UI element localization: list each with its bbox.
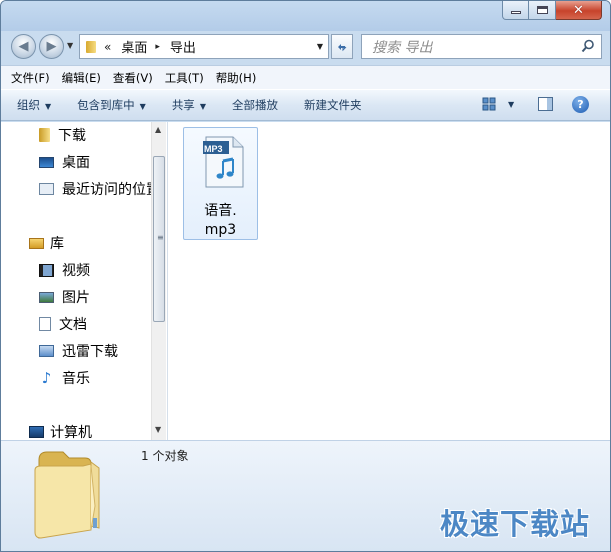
refresh-icon [338,43,347,51]
include-in-library-button[interactable]: 包含到库中 ▼ [77,97,146,113]
menu-file[interactable]: 文件(F) [11,70,50,86]
nav-item-downloads[interactable]: 下载 [39,125,86,145]
navigation-pane: 下载 桌面 最近访问的位置 库 视频 图片 文档 迅雷下载 ♪ 音乐 计算机 [1,122,168,440]
menu-help[interactable]: 帮助(H) [216,70,257,86]
file-name-line: mp3 [204,222,237,238]
nav-item-label: 文档 [59,317,87,333]
navigation-bar: ◀ ▶ ▼ « 桌面 ▸ 导出 ▼ 搜索 导出 [1,31,610,63]
nav-item-label: 计算机 [50,425,92,440]
minimize-button[interactable] [502,1,529,20]
nav-item-libraries[interactable]: 库 [29,233,64,253]
maximize-icon [536,6,548,14]
menu-bar: 文件(F) 编辑(E) 查看(V) 工具(T) 帮助(H) [1,65,610,89]
document-icon [39,317,51,331]
grip-icon: ≡ [157,233,164,242]
computer-icon [29,426,44,438]
menu-view[interactable]: 查看(V) [113,70,153,86]
command-bar: 组织 ▼ 包含到库中 ▼ 共享 ▼ 全部播放 新建文件夹 ▼ ? [1,89,610,121]
nav-item-thunder-downloads[interactable]: 迅雷下载 [39,341,118,361]
minimize-icon [510,11,521,14]
item-count: 1 个对象 [141,449,189,463]
nav-item-music[interactable]: ♪ 音乐 [39,368,90,388]
thunder-download-icon [39,345,54,357]
chevron-down-icon: ▼ [199,102,206,111]
nav-item-label: 库 [50,236,64,252]
file-item[interactable]: MP3 语音. mp3 [183,127,258,240]
nav-item-recent-places[interactable]: 最近访问的位置 [39,179,160,199]
explorer-window: ✕ ◀ ▶ ▼ « 桌面 ▸ 导出 ▼ 搜索 导出 文件(F) 编辑(E) 查看… [0,0,611,552]
music-icon: ♪ [41,368,52,387]
nav-item-label: 桌面 [62,155,90,171]
nav-item-computer[interactable]: 计算机 [29,422,92,440]
nav-item-videos[interactable]: 视频 [39,260,90,280]
address-bar[interactable]: « 桌面 ▸ 导出 ▼ [79,34,329,59]
breadcrumb-desktop[interactable]: 桌面 [121,37,147,56]
nav-pane-scrollbar[interactable]: ▲ ≡ ▼ [151,122,166,440]
search-placeholder: 搜索 导出 [372,39,433,56]
folder-icon [34,451,100,539]
watermark: 极速下载站 [439,507,590,541]
scroll-thumb[interactable]: ≡ [153,156,165,322]
scroll-up-arrow[interactable]: ▲ [155,125,161,134]
forward-button[interactable]: ▶ [39,34,64,59]
nav-item-label: 迅雷下载 [62,344,118,360]
recent-places-icon [39,183,54,195]
breadcrumb-overflow[interactable]: « [104,40,111,54]
search-icon[interactable] [581,39,595,53]
nav-item-label: 视频 [62,263,90,279]
organize-button[interactable]: 组织 ▼ [17,97,51,113]
library-icon [29,237,44,249]
new-folder-button[interactable]: 新建文件夹 [304,97,362,113]
nav-item-label: 最近访问的位置 [62,182,160,198]
preview-pane-icon[interactable] [538,97,553,111]
view-options-dropdown[interactable]: ▼ [508,100,514,109]
back-arrow-icon: ◀ [18,39,29,54]
menu-tools[interactable]: 工具(T) [165,70,204,86]
details-pane: 1 个对象 极速下载站 [1,440,610,551]
change-view-icon[interactable] [482,97,496,111]
share-label: 共享 [171,98,195,112]
folder-icon [86,40,96,53]
include-in-library-label: 包含到库中 [77,98,135,112]
nav-item-desktop[interactable]: 桌面 [39,152,90,172]
nav-item-label: 音乐 [62,371,90,387]
file-type-badge: MP3 [204,144,223,154]
file-name: 语音. mp3 [184,202,257,240]
menu-edit[interactable]: 编辑(E) [62,70,101,86]
picture-icon [39,291,54,303]
nav-item-label: 下载 [58,128,86,144]
help-icon[interactable]: ? [572,96,589,113]
forward-arrow-icon: ▶ [46,39,57,54]
refresh-button[interactable] [331,34,353,59]
recent-pages-dropdown[interactable]: ▼ [67,41,73,50]
address-dropdown[interactable]: ▼ [317,42,323,51]
search-box[interactable]: 搜索 导出 [361,34,602,59]
chevron-down-icon: ▼ [139,102,146,111]
back-button[interactable]: ◀ [11,34,36,59]
scroll-down-arrow[interactable]: ▼ [155,425,161,434]
title-bar[interactable]: ✕ [1,1,610,31]
organize-label: 组织 [17,98,40,112]
chevron-down-icon: ▼ [45,102,52,111]
play-all-button[interactable]: 全部播放 [232,97,278,113]
nav-item-pictures[interactable]: 图片 [39,287,90,307]
breadcrumb-separator[interactable]: ▸ [155,42,160,52]
close-icon: ✕ [573,2,584,18]
share-button[interactable]: 共享 ▼ [172,97,206,113]
close-button[interactable]: ✕ [556,1,602,20]
nav-item-documents[interactable]: 文档 [39,314,87,334]
video-icon [39,263,54,277]
desktop-icon [39,156,54,168]
file-list[interactable]: MP3 语音. mp3 [168,122,610,440]
maximize-button[interactable] [529,1,556,20]
file-name-line: 语音. [204,203,237,219]
breadcrumb-export[interactable]: 导出 [170,37,196,56]
folder-icon [39,128,50,142]
window-controls: ✕ [502,1,602,20]
nav-item-label: 图片 [62,290,90,306]
